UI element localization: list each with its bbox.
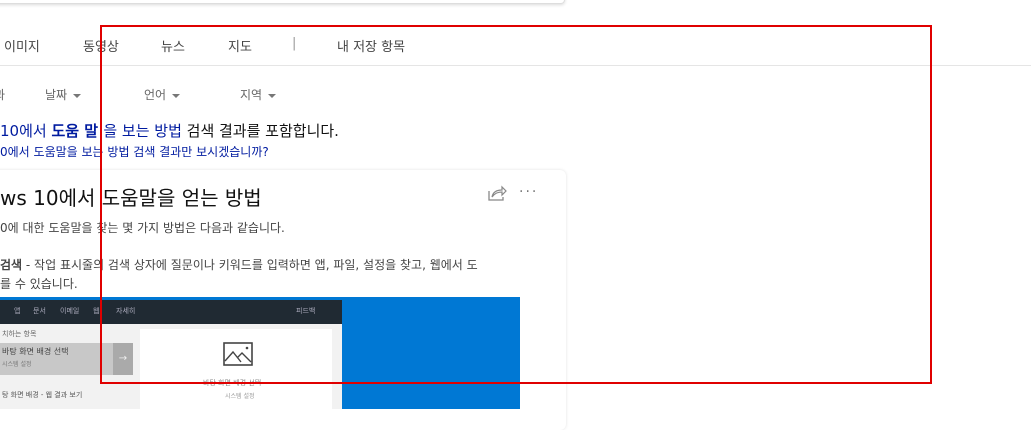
shot-tab: 앱 [14, 307, 21, 315]
corrected-query-rest[interactable]: 을 보는 방법 [103, 122, 182, 140]
tab-divider [0, 65, 1031, 66]
shot-row: 탕 화면 배경 - 웹 결과 보기 [2, 391, 83, 399]
card-title: ws 10에서 도움말을 얻는 방법 [0, 186, 262, 210]
filter-partial[interactable]: 과 [0, 86, 5, 103]
filter-language[interactable]: 언어 [144, 86, 181, 103]
filter-date[interactable]: 날짜 [45, 86, 82, 103]
shot-preview-title: 바탕 화면 배경 선택 [203, 379, 262, 387]
tab-news[interactable]: 뉴스 [161, 36, 185, 55]
corrected-term[interactable]: 도움 말 [51, 122, 103, 140]
shot-tab: 문서 [33, 307, 46, 315]
filter-label: 날짜 [45, 88, 68, 102]
spell-correction: 10에서 도움 말 을 보는 방법 검색 결과를 포함합니다. [0, 120, 339, 141]
shot-section: 치하는 항목 [2, 330, 37, 338]
corrected-query[interactable]: 10에서 [0, 122, 51, 140]
tab-maps[interactable]: 지도 [228, 36, 252, 55]
item-text-cont: 를 수 있습니다. [0, 277, 78, 291]
shot-best-title: 바탕 화면 배경 선택 [2, 347, 69, 356]
tab-images[interactable]: 이미지 [4, 36, 40, 55]
shot-tab: 자세히 [116, 307, 136, 315]
caret-down-icon [268, 93, 277, 98]
search-box[interactable] [0, 0, 565, 4]
shot-tab: 웹 [93, 307, 100, 315]
shot-feedback: 피드백 [296, 307, 316, 315]
filter-label: 지역 [240, 88, 263, 102]
item-text: - 작업 표시줄의 검색 상자에 질문이나 키워드를 입력하면 앱, 파일, 설… [22, 258, 478, 272]
tab-videos[interactable]: 동영상 [83, 36, 119, 55]
caret-down-icon [73, 93, 82, 98]
card-list-item: 검색 - 작업 표시줄의 검색 상자에 질문이나 키워드를 입력하면 앱, 파일… [0, 256, 478, 294]
filter-region[interactable]: 지역 [240, 86, 277, 103]
shot-best-sub: 시스템 설정 [2, 361, 32, 368]
item-heading: 검색 [0, 258, 23, 272]
original-query-link[interactable]: 0에서 도움말을 보는 방법 검색 결과만 보시겠습니까? [0, 143, 269, 160]
spell-message: 검색 결과를 포함합니다. [181, 122, 339, 140]
tab-my-saves[interactable]: 내 저장 항목 [337, 36, 405, 55]
screenshot-toolbar [0, 300, 342, 324]
filter-label: 언어 [144, 88, 167, 102]
shot-preview-sub: 시스템 설정 [225, 393, 255, 400]
shot-tab: 이메일 [60, 307, 80, 315]
more-options-icon[interactable]: ··· [519, 184, 538, 200]
share-icon[interactable] [487, 184, 507, 202]
arrow-right-icon: → [113, 343, 133, 375]
tab-separator: | [292, 36, 297, 51]
image-icon [223, 342, 253, 366]
card-description: 0에 대한 도움말을 찾는 몇 가지 방법은 다음과 같습니다. [0, 221, 285, 235]
caret-down-icon [172, 93, 181, 98]
